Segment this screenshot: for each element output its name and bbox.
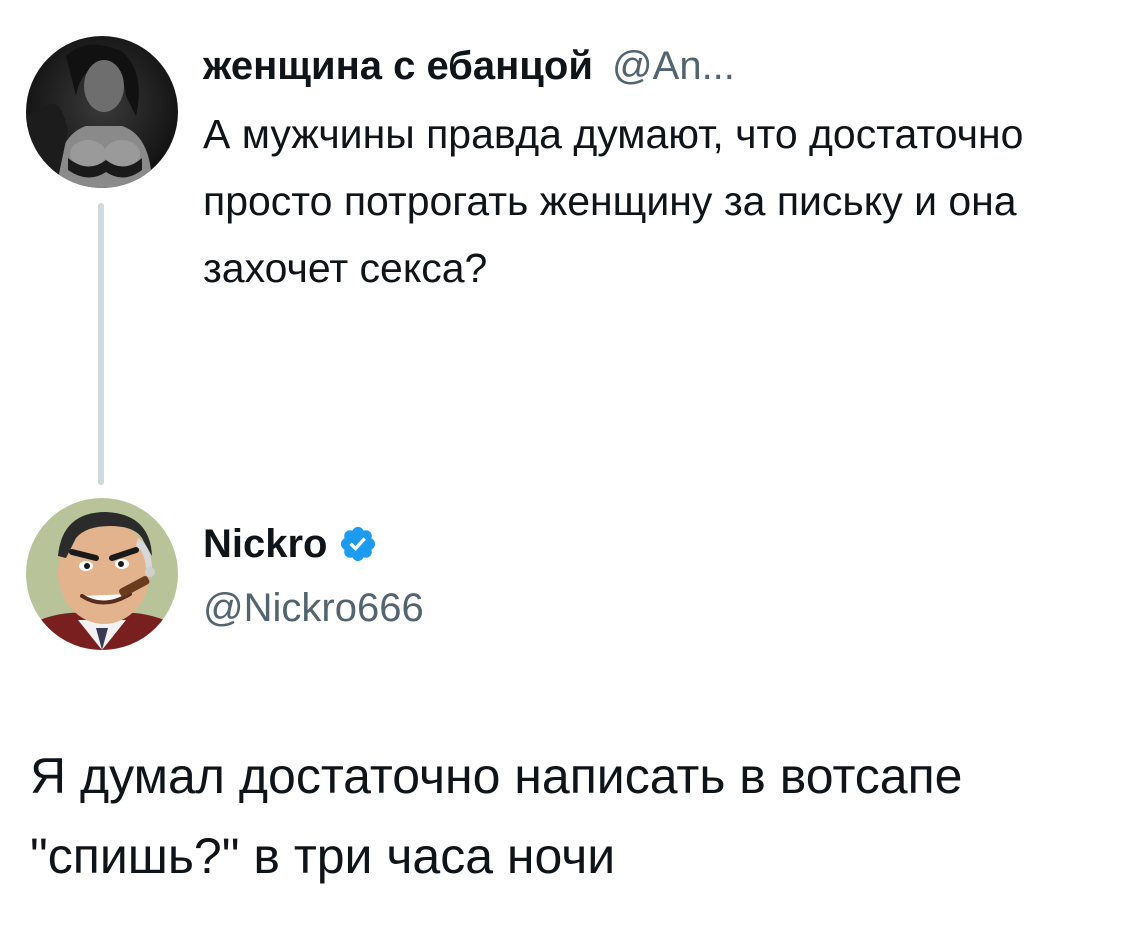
reply-author-avatar[interactable]	[26, 498, 178, 650]
verified-badge-icon[interactable]	[338, 524, 378, 564]
original-tweet-text: А мужчины правда думают, что достаточно …	[203, 111, 1024, 291]
reply-author-handle[interactable]: @Nickro666	[203, 582, 424, 634]
woman-in-lingerie-avatar	[26, 36, 178, 188]
original-author-handle[interactable]: @An...	[612, 44, 735, 88]
reply-tweet-text: Я думал достаточно написать в вотсапе "с…	[30, 748, 963, 884]
thread-connector-line	[98, 203, 104, 485]
original-author-name[interactable]: женщина с ебанцой	[203, 44, 593, 88]
cartoon-man-with-cigar-avatar	[26, 498, 178, 650]
reply-author-name[interactable]: Nickro	[203, 522, 328, 567]
original-tweet-header: женщина с ебанцой @An...	[203, 40, 735, 92]
reply-name-row: Nickro	[203, 518, 424, 570]
original-author-avatar[interactable]	[26, 36, 178, 188]
reply-tweet-header: Nickro @Nickro666	[203, 518, 424, 634]
